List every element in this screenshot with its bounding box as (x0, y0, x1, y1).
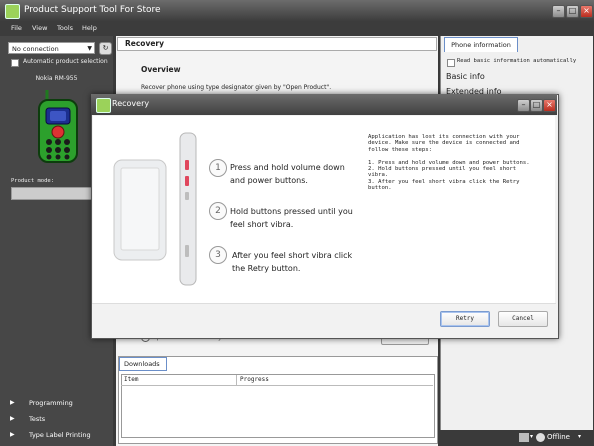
auto-select-checkbox[interactable] (11, 59, 19, 67)
menu-help[interactable]: Help (82, 24, 97, 32)
column-header-progress[interactable]: Progress (240, 376, 269, 383)
refresh-icon[interactable]: ↻ (99, 42, 112, 55)
step-3-number: 3 (209, 246, 227, 264)
globe-icon (536, 433, 545, 442)
minimize-icon[interactable]: – (517, 99, 530, 112)
phone-illustration (113, 132, 197, 286)
dialog-footer-divider (92, 303, 556, 304)
column-header-item[interactable]: Item (124, 376, 138, 383)
auto-select-label: Automatic product selection (23, 58, 108, 65)
step-2-number: 2 (209, 202, 227, 220)
tab-phone-information[interactable]: Phone information (444, 37, 518, 52)
overview-text: Recover phone using type designator give… (141, 84, 332, 91)
menu-bar: File View Tools Help (0, 21, 594, 36)
product-mode-label: Product mode: (11, 178, 55, 184)
window-title: Product Support Tool For Store (24, 5, 161, 15)
window-titlebar: Product Support Tool For Store – □ × (0, 0, 594, 21)
read-basic-label: Read basic information automatically (457, 58, 577, 64)
chevron-down-icon[interactable]: ▾ (530, 433, 533, 440)
chevron-down-icon: ▼ (87, 45, 92, 52)
column-divider[interactable] (236, 375, 237, 385)
maximize-icon[interactable]: □ (566, 5, 579, 18)
nav-label: Programming (29, 399, 73, 407)
nav-type-label-printing[interactable]: ▶ Type Label Printing (0, 428, 113, 442)
expand-arrow-icon: ▶ (10, 415, 15, 422)
app-icon (5, 4, 20, 19)
network-icon (519, 433, 529, 442)
status-text[interactable]: Offline (547, 433, 570, 441)
step-2-text: Hold buttons pressed until you feel shor… (230, 207, 353, 229)
downloads-table (121, 374, 435, 438)
menu-file[interactable]: File (11, 24, 22, 32)
table-header-line (121, 385, 433, 386)
step-3-text: After you feel short vibra click the Ret… (232, 251, 353, 273)
app-icon (96, 98, 111, 113)
close-icon[interactable]: × (580, 5, 593, 18)
dialog-title: Recovery (112, 99, 150, 108)
close-icon[interactable]: × (543, 99, 556, 112)
dialog-message: Application has lost its connection with… (368, 134, 530, 192)
tab-downloads[interactable]: Downloads (119, 357, 167, 371)
nav-programming[interactable]: ▶ Programming (0, 396, 113, 410)
connection-select[interactable]: No connection ▼ (8, 42, 95, 54)
menu-view[interactable]: View (32, 24, 47, 32)
expand-arrow-icon: ▶ (10, 431, 15, 438)
read-basic-checkbox[interactable] (447, 59, 455, 67)
cancel-button[interactable]: Cancel (498, 311, 548, 327)
maximize-icon[interactable]: □ (530, 99, 543, 112)
basic-info-heading: Basic info (446, 72, 485, 81)
minimize-icon[interactable]: – (552, 5, 565, 18)
nav-label: Tests (29, 415, 46, 423)
recovery-header: Recovery (117, 37, 437, 51)
nav-label: Type Label Printing (29, 431, 91, 439)
retry-button[interactable]: Retry (440, 311, 490, 327)
step-1-text: Press and hold volume down and power but… (230, 163, 345, 185)
status-bar: ▾ Offline ▾ (440, 430, 594, 446)
chevron-down-icon[interactable]: ▾ (578, 433, 581, 440)
dialog-titlebar: Recovery – □ × (91, 94, 557, 115)
nav-tests[interactable]: ▶ Tests (0, 412, 113, 426)
overview-title: Overview (141, 65, 181, 74)
phone-icon (38, 90, 78, 163)
device-name: Nokia RM-955 (35, 75, 78, 82)
connection-value: No connection (12, 45, 59, 53)
menu-tools[interactable]: Tools (57, 24, 73, 32)
step-1-number: 1 (209, 159, 227, 177)
expand-arrow-icon: ▶ (10, 399, 15, 406)
